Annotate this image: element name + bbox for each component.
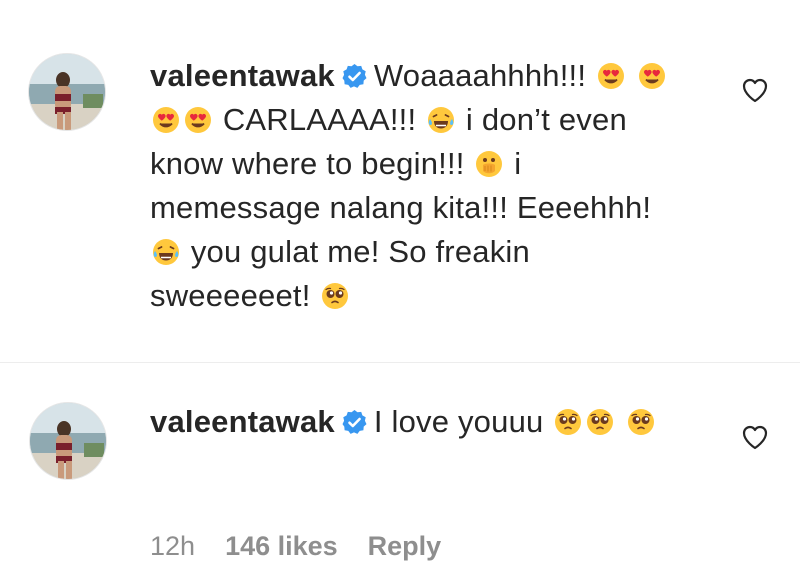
hand-over-mouth-emoji-icon: [475, 150, 503, 178]
pleading-face-emoji-icon: [321, 282, 350, 310]
joy-emoji-icon: [427, 106, 455, 134]
comment-meta: 12h 146 likes Reply: [150, 530, 441, 562]
comment-segment: CARLAAAA!!!: [222, 102, 417, 137]
timestamp: 12h: [150, 531, 196, 561]
comment-segment: Woaaaahhhh!!!: [373, 58, 587, 93]
comment-item: valeentawak Woaaaahhhh!!! CARLAAAA!!! i d…: [0, 0, 800, 362]
heart-eyes-emoji-icon: [597, 62, 625, 90]
avatar[interactable]: [29, 402, 107, 480]
heart-icon[interactable]: [740, 75, 770, 105]
comment-text: valeentawak I love youuu: [150, 400, 670, 444]
avatar[interactable]: [28, 53, 106, 131]
heart-eyes-emoji-icon: [184, 106, 212, 134]
username[interactable]: valeentawak: [150, 58, 335, 93]
comment-text: valeentawak Woaaaahhhh!!! CARLAAAA!!! i d…: [150, 54, 690, 318]
joy-emoji-icon: [152, 238, 180, 266]
verified-badge-icon: [341, 409, 368, 436]
verified-badge-icon: [341, 63, 368, 90]
pleading-face-emoji-icon: [554, 408, 583, 436]
heart-eyes-emoji-icon: [637, 62, 666, 90]
likes-count[interactable]: 146 likes: [225, 530, 338, 562]
heart-eyes-emoji-icon: [152, 106, 180, 134]
reply-button[interactable]: Reply: [368, 530, 442, 562]
username[interactable]: valeentawak: [150, 404, 335, 439]
heart-icon[interactable]: [740, 422, 770, 452]
pleading-face-emoji-icon: [586, 408, 615, 436]
pleading-face-emoji-icon: [627, 408, 655, 436]
comment-segment: I love youuu: [373, 404, 544, 439]
